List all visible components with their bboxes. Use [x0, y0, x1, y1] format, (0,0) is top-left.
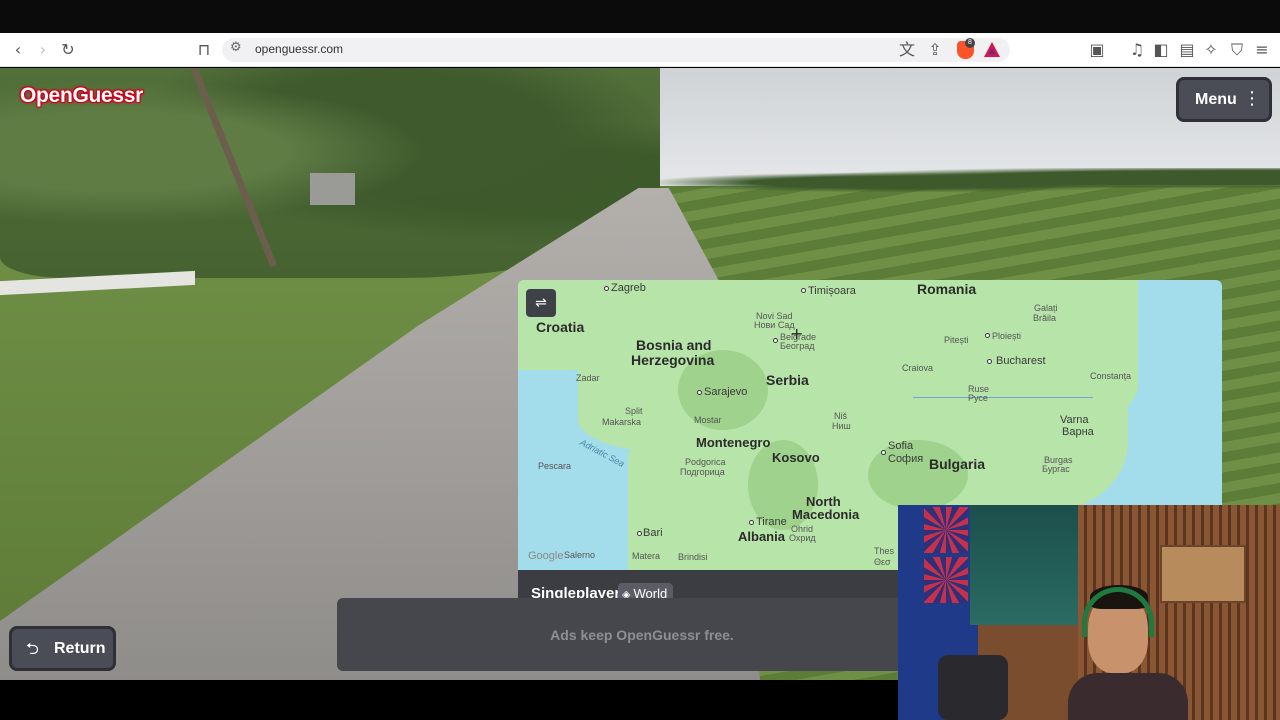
label-mostar: Mostar [694, 415, 722, 425]
map-settings-button[interactable]: ⇌ [526, 289, 556, 317]
label-north-macedonia-2: Macedonia [792, 507, 860, 522]
label-ploiesti: Ploiești [992, 331, 1022, 341]
menu-button[interactable]: Menu ⋮ [1176, 77, 1272, 122]
return-label: Return [54, 640, 106, 657]
ai-icon[interactable]: ✧ [1201, 40, 1221, 60]
label-bucharest: Bucharest [996, 355, 1046, 367]
brave-rewards-icon[interactable] [984, 42, 1000, 57]
translate-icon[interactable]: 文 [897, 40, 917, 60]
label-bulgaria: Bulgaria [929, 456, 986, 472]
label-split-1: Split [625, 406, 643, 416]
label-braila: Brăila [1033, 313, 1057, 323]
menu-label: Menu [1195, 91, 1237, 108]
city-dot [881, 450, 886, 455]
label-varna-2: Варна [1062, 426, 1094, 438]
return-button[interactable]: ⮌ Return [9, 626, 116, 671]
city-dot [604, 286, 609, 291]
label-matera: Matera [632, 551, 661, 561]
map-cursor-icon: + [790, 324, 804, 343]
label-novi-sad-2: Нови Сад [754, 320, 795, 330]
city-dot [637, 531, 642, 536]
back-icon[interactable]: ‹ [8, 40, 28, 60]
media-icon[interactable]: ♫ [1127, 40, 1147, 60]
label-ruse-2: Русе [968, 393, 988, 403]
city-dot [985, 333, 990, 338]
label-nis-2: Ниш [832, 421, 851, 431]
label-sofia-1: Sofia [888, 440, 914, 452]
label-pescara: Pescara [538, 461, 572, 471]
house [310, 173, 355, 205]
label-bari: Bari [643, 527, 663, 539]
share-icon[interactable]: ⇪ [925, 40, 945, 60]
label-montenegro: Montenegro [696, 435, 771, 450]
label-zagreb: Zagreb [611, 282, 646, 294]
wallet-icon[interactable]: ▤ [1177, 40, 1197, 60]
streamer-body [1068, 673, 1188, 720]
reload-icon[interactable]: ↻ [58, 40, 78, 60]
wall-art [924, 557, 968, 603]
label-podgorica-2: Подгорица [680, 467, 725, 477]
label-romania: Romania [917, 281, 977, 297]
chair [938, 655, 1008, 720]
label-split-2: Makarska [602, 417, 642, 427]
label-albania: Albania [738, 529, 785, 544]
label-varna-1: Varna [1060, 414, 1089, 426]
site-info-icon[interactable]: ⚙ [230, 40, 242, 55]
label-bosnia-2: Herzegovina [631, 352, 715, 368]
label-craiova: Craiova [902, 363, 934, 373]
window-top-bar [0, 0, 1280, 33]
google-attribution[interactable]: Google [528, 550, 563, 562]
city-dot [801, 288, 806, 293]
url-text[interactable]: openguessr.com [255, 42, 343, 56]
city-dot [987, 359, 992, 364]
vpn-icon[interactable]: ⛉ [1227, 40, 1247, 60]
webcam-overlay [898, 505, 1280, 720]
label-sarajevo: Sarajevo [704, 386, 748, 398]
ads-text: Ads keep OpenGuessr free. [550, 627, 734, 643]
label-sofia-2: София [888, 453, 924, 465]
kebab-icon: ⋮ [1243, 88, 1261, 109]
label-brindisi: Brindisi [678, 552, 708, 562]
label-bosnia-1: Bosnia and [636, 337, 712, 353]
brave-shields-icon[interactable]: 8 [957, 38, 975, 59]
label-constanta: Constanța [1090, 371, 1132, 381]
city-dot [697, 390, 702, 395]
streamer [1068, 585, 1188, 720]
label-thessaloniki-1: Thes [874, 546, 895, 556]
label-salerno: Salerno [564, 550, 596, 560]
label-timisoara: Timișoara [808, 285, 856, 297]
browser-menu-icon[interactable]: ≡ [1252, 40, 1272, 60]
wall-art [924, 507, 968, 553]
forward-icon[interactable]: › [33, 40, 53, 60]
ad-banner: Ads keep OpenGuessr free. [337, 598, 899, 671]
label-croatia: Croatia [536, 319, 585, 335]
label-podgorica-1: Podgorica [685, 457, 726, 467]
label-nis-1: Niš [834, 411, 847, 421]
poster [970, 505, 1080, 625]
tree-line [660, 168, 1280, 192]
openguessr-logo[interactable]: OpenGuessr [20, 84, 143, 108]
browser-toolbar: ‹ › ↻ ⊓ ⚙ openguessr.com 文 ⇪ 8 ▣ ♫ ◧ ▤ ✧… [0, 33, 1280, 67]
city-dot [773, 338, 778, 343]
label-kosovo: Kosovo [772, 450, 820, 465]
leo-icon[interactable]: ▣ [1087, 40, 1107, 60]
label-zadar: Zadar [576, 373, 600, 383]
label-galati: Galați [1034, 303, 1058, 313]
bookmark-icon[interactable]: ⊓ [194, 40, 214, 60]
danube-river [913, 397, 1093, 398]
return-arrow-icon: ⮌ [26, 639, 39, 658]
shields-count-badge: 8 [965, 38, 975, 48]
city-dot [749, 520, 754, 525]
label-tirane: Tirane [756, 516, 787, 528]
label-pitesti: Pitești [944, 335, 969, 345]
sidebar-icon[interactable]: ◧ [1151, 40, 1171, 60]
label-thessaloniki-2: Θεσ [874, 557, 891, 567]
label-burgas-2: Бургас [1042, 464, 1070, 474]
address-bar[interactable]: ⚙ openguessr.com 文 ⇪ 8 [222, 38, 1010, 62]
label-serbia: Serbia [766, 372, 809, 388]
label-ohrid-2: Охрид [789, 533, 816, 543]
